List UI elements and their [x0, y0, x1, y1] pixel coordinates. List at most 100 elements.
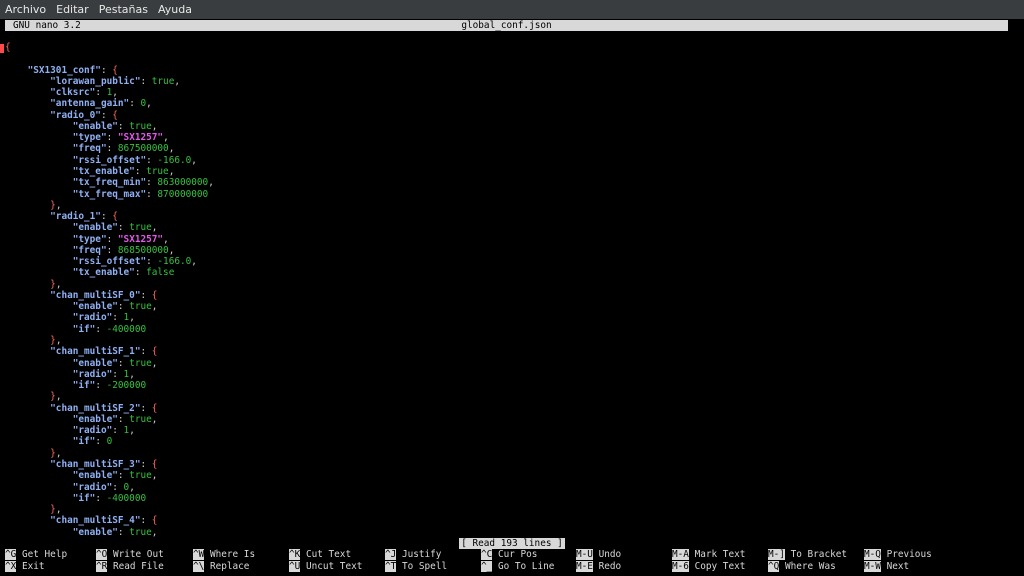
code-token: true: [129, 222, 152, 234]
code-line: "radio_0": {: [5, 110, 118, 121]
code-line: },: [5, 448, 61, 459]
menu-pestanas[interactable]: Pestañas: [94, 3, 153, 16]
shortcut-key: ^R: [96, 561, 108, 572]
shortcut-label: Get Help: [16, 549, 68, 560]
code-line: "rssi_offset": -166.0,: [5, 155, 197, 166]
shortcut-label: Previous: [880, 549, 932, 560]
code-line: "SX1301_conf": {: [5, 65, 118, 76]
code-token: "if": [72, 323, 96, 335]
code-token: :: [117, 526, 130, 537]
code-token: :: [95, 436, 107, 448]
code-token: :: [112, 368, 124, 380]
shortcut-item[interactable]: ^_ Go To Line: [481, 561, 554, 573]
code-token: :: [117, 470, 130, 482]
code-token: "freq": [72, 143, 107, 155]
code-line: "rssi_offset": -166.0,: [5, 256, 197, 267]
code-token: ,: [168, 244, 175, 256]
code-line: "radio_1": {: [5, 211, 118, 222]
code-token: false: [146, 267, 175, 279]
code-line: },: [5, 391, 61, 402]
shortcut-item[interactable]: ^G Get Help: [5, 549, 67, 561]
shortcut-item[interactable]: M-] To Bracket: [768, 549, 847, 561]
code-token: :: [100, 211, 113, 223]
code-token: "radio": [72, 368, 113, 380]
code-line: "if": -400000: [5, 324, 146, 335]
shortcut-item[interactable]: ^T To Spell: [385, 561, 447, 573]
code-token: "SX1301_conf": [27, 64, 101, 76]
shortcut-item[interactable]: M-E Redo: [576, 561, 621, 573]
code-token: true: [129, 470, 152, 482]
menu-archivo[interactable]: Archivo: [0, 3, 51, 16]
code-token: true: [129, 413, 152, 425]
shortcut-key: ^Q: [768, 561, 780, 572]
code-token: {: [112, 64, 118, 76]
file-name: global_conf.json: [461, 20, 552, 31]
shortcut-item[interactable]: ^Q Where Was: [768, 561, 836, 573]
code-token: :: [95, 87, 107, 99]
editor-text-area[interactable]: { "SX1301_conf": { "lorawan_public": tru…: [5, 32, 1008, 537]
code-line: },: [5, 335, 61, 346]
menu-ayuda[interactable]: Ayuda: [153, 3, 197, 16]
shortcut-item[interactable]: ^R Read File: [96, 561, 164, 573]
code-token: :: [140, 515, 152, 527]
code-token: "chan_multiSF_3": [50, 458, 141, 470]
code-token: :: [100, 109, 113, 121]
code-token: "rssi_offset": [72, 154, 147, 166]
shortcut-key: ^W: [193, 549, 205, 560]
code-token: :: [112, 481, 124, 493]
code-token: ,: [208, 177, 214, 189]
shortcut-item[interactable]: ^O Write Out: [96, 549, 164, 561]
shortcut-item[interactable]: ^W Where Is: [193, 549, 255, 561]
code-token: "SX1257": [117, 233, 164, 245]
shortcut-item[interactable]: M-6 Copy Text: [672, 561, 745, 573]
shortcut-label: Exit: [16, 561, 45, 572]
code-token: :: [112, 425, 124, 437]
code-token: "type": [72, 233, 107, 245]
shortcut-key: ^T: [385, 561, 397, 572]
shortcut-item[interactable]: M-Q Previous: [864, 549, 932, 561]
shortcut-item[interactable]: ^K Cut Text: [289, 549, 351, 561]
shortcut-item[interactable]: M-W Next: [864, 561, 909, 573]
shortcut-label: Next: [880, 561, 910, 572]
code-line: "enable": true,: [5, 358, 158, 369]
shortcut-key: ^G: [5, 549, 17, 560]
code-token: "if": [72, 380, 96, 392]
shortcut-item[interactable]: ^U Uncut Text: [289, 561, 362, 573]
shortcut-item[interactable]: ^X Exit: [5, 561, 45, 573]
code-token: ,: [55, 335, 62, 347]
code-token: -166.0: [157, 154, 192, 166]
shortcut-item[interactable]: ^C Cur Pos: [481, 549, 537, 561]
code-token: "radio": [72, 425, 113, 437]
code-line: "enable": true,: [5, 222, 158, 234]
shortcut-item[interactable]: M-A Mark Text: [672, 549, 745, 561]
code-token: {: [5, 42, 11, 53]
code-line: "tx_enable": false: [5, 267, 175, 279]
shortcut-key: ^_: [481, 561, 493, 572]
code-line: "tx_enable": true,: [5, 166, 175, 177]
shortcut-item[interactable]: ^J Justify: [385, 549, 441, 561]
shortcut-item[interactable]: ^\ Replace: [193, 561, 249, 573]
shortcut-item[interactable]: M-U Undo: [576, 549, 621, 561]
code-token: ,: [129, 481, 135, 493]
code-line: "enable": true,: [5, 470, 158, 482]
code-token: "enable": [72, 526, 118, 537]
code-token: ,: [129, 312, 135, 324]
code-line: "if": 0: [5, 436, 113, 448]
shortcut-label: Copy Text: [688, 561, 746, 572]
menu-editar[interactable]: Editar: [51, 3, 94, 16]
code-line: "tx_freq_min": 863000000,: [5, 177, 214, 188]
